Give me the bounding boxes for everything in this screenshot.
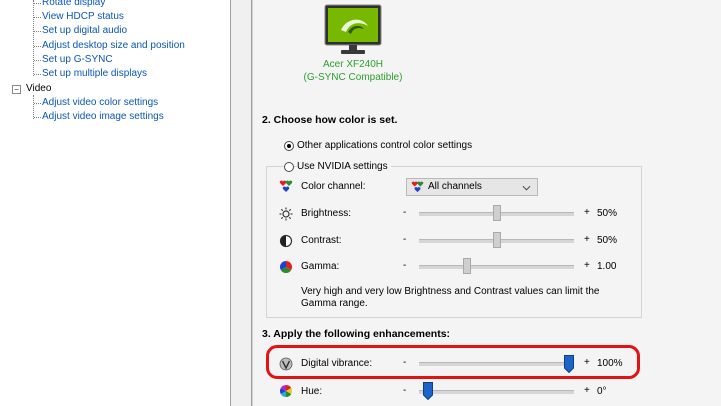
contrast-value: 50% — [597, 235, 618, 246]
tree-connector — [34, 31, 41, 32]
hue-value: 0° — [597, 386, 607, 397]
tree-item-adjust-video-color[interactable]: Adjust video color settings — [42, 97, 158, 109]
tree-item-adjust-desktop-size[interactable]: Adjust desktop size and position — [42, 40, 185, 52]
digital-vibrance-plus: + — [584, 357, 590, 368]
pane-splitter[interactable] — [230, 0, 252, 406]
hue-label: Hue: — [301, 386, 323, 397]
brightness-value: 50% — [597, 208, 618, 219]
digital-vibrance-slider-thumb[interactable] — [564, 355, 574, 373]
display-subtitle: (G-SYNC Compatible) — [303, 72, 403, 83]
tree-connector — [34, 46, 41, 47]
digital-vibrance-value: 100% — [597, 358, 623, 369]
brightness-minus: - — [403, 207, 407, 218]
section-2-heading: 2. Choose how color is set. — [262, 114, 398, 126]
color-channel-value: All channels — [428, 181, 482, 192]
tree-connector — [34, 17, 41, 18]
rgb-hearts-icon — [279, 180, 293, 192]
radio-use-nvidia-settings[interactable] — [284, 162, 294, 172]
tree-connector — [34, 103, 41, 104]
tree-item-set-up-g-sync[interactable]: Set up G-SYNC — [42, 54, 113, 66]
gamma-slider[interactable] — [419, 265, 574, 269]
radio-other-applications-label[interactable]: Other applications control color setting… — [297, 140, 472, 152]
brightness-plus: + — [584, 207, 590, 218]
color-channel-dropdown[interactable]: All channels — [406, 178, 538, 196]
brightness-slider-thumb[interactable] — [492, 205, 501, 221]
gamma-label: Gamma: — [301, 261, 340, 272]
radio-use-nvidia-settings-label[interactable]: Use NVIDIA settings — [297, 161, 391, 173]
tree-item-rotate-display[interactable]: Rotate display — [42, 0, 105, 9]
tree-connector — [33, 95, 34, 119]
collapse-video-icon[interactable]: − — [12, 85, 21, 94]
tree-item-set-up-digital-audio[interactable]: Set up digital audio — [42, 25, 127, 37]
gamma-icon — [279, 261, 293, 274]
tree-item-adjust-video-image[interactable]: Adjust video image settings — [42, 111, 164, 123]
sun-icon — [279, 207, 293, 221]
gamma-value: 1.00 — [597, 261, 617, 272]
contrast-label: Contrast: — [301, 235, 342, 246]
hue-plus: + — [584, 385, 590, 396]
hue-slider[interactable] — [419, 390, 574, 394]
color-channel-label: Color channel: — [301, 181, 366, 192]
vibrance-icon — [279, 357, 293, 371]
gamma-minus: - — [403, 260, 407, 271]
gamma-plus: + — [584, 260, 590, 271]
chevron-down-icon — [522, 185, 531, 191]
digital-vibrance-slider[interactable] — [419, 362, 574, 366]
tree-connector — [34, 3, 41, 4]
gamma-range-note: Very high and very low Brightness and Co… — [301, 286, 600, 309]
digital-vibrance-minus: - — [403, 357, 407, 368]
display-monitor-icon[interactable] — [324, 4, 382, 56]
hue-minus: - — [403, 385, 407, 396]
navigation-tree: Rotate display View HDCP status Set up d… — [0, 0, 230, 406]
tree-category-video[interactable]: Video — [26, 83, 51, 95]
hue-slider-thumb[interactable] — [423, 382, 434, 400]
tree-item-view-hdcp-status[interactable]: View HDCP status — [42, 11, 124, 23]
hue-wheel-icon — [279, 385, 293, 397]
brightness-label: Brightness: — [301, 208, 352, 219]
display-name: Acer XF240H — [322, 59, 384, 70]
contrast-icon — [279, 234, 293, 248]
tree-connector — [33, 0, 34, 76]
tree-item-set-up-multiple-displays[interactable]: Set up multiple displays — [42, 68, 147, 80]
radio-other-applications[interactable] — [284, 141, 294, 151]
tree-connector — [34, 74, 41, 75]
contrast-slider-thumb[interactable] — [492, 232, 501, 248]
contrast-plus: + — [584, 234, 590, 245]
section-3-heading: 3. Apply the following enhancements: — [262, 328, 451, 340]
tree-connector — [34, 117, 41, 118]
contrast-minus: - — [403, 234, 407, 245]
tree-connector — [34, 60, 41, 61]
digital-vibrance-label: Digital vibrance: — [301, 358, 373, 369]
rgb-hearts-icon — [411, 181, 424, 193]
gamma-slider-thumb[interactable] — [463, 258, 472, 274]
